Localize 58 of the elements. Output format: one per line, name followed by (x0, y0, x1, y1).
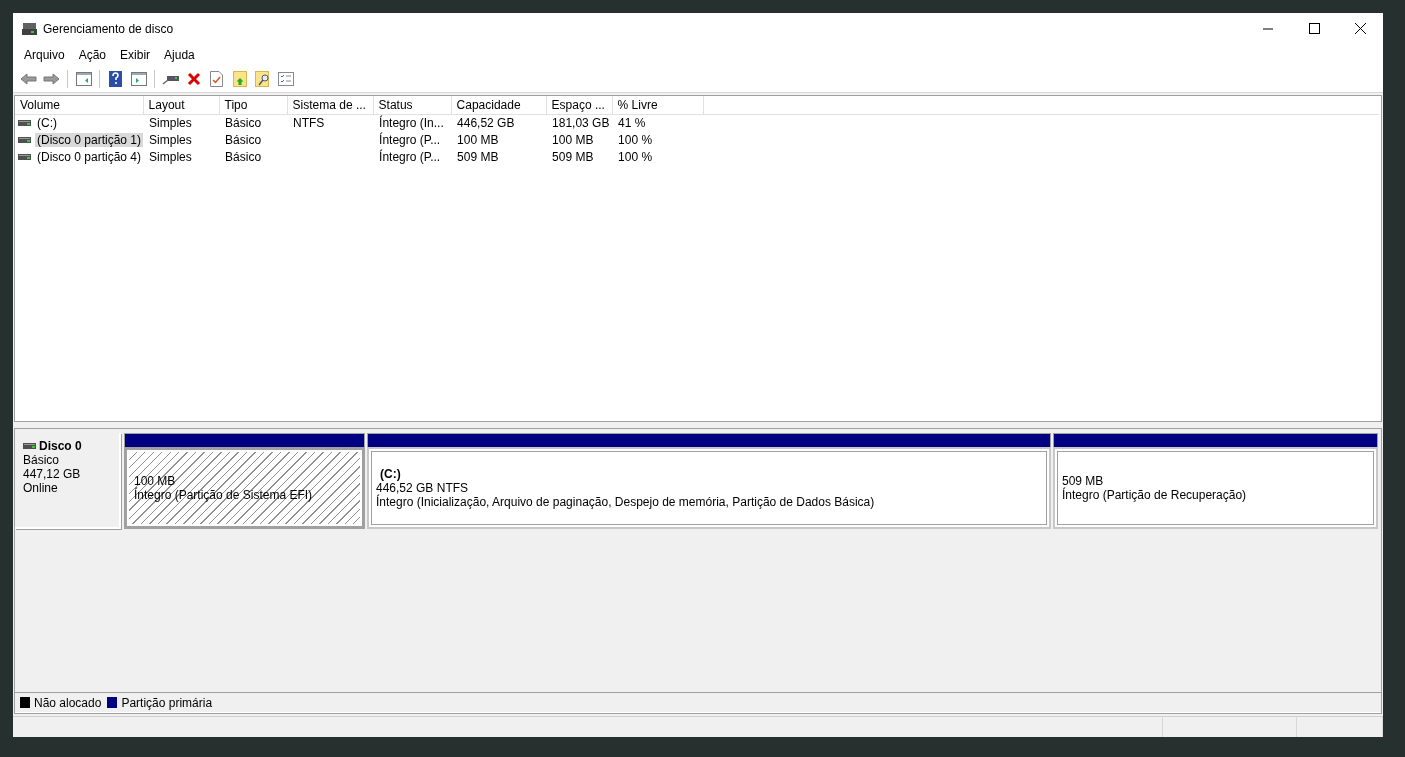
table-cell[interactable]: (Disco 0 partição 4) (35, 150, 144, 164)
column-header[interactable]: Tipo (219, 96, 288, 114)
column-header[interactable]: Status (373, 96, 452, 114)
partition-status: Íntegro (Inicialização, Arquivo de paginação, Despejo de memória, Partição de Dados Básica) (376, 495, 876, 509)
window-title: Gerenciamento de disco (43, 21, 175, 36)
menu-item[interactable]: Exibir (113, 46, 158, 64)
table-cell: NTFS (293, 116, 325, 130)
partition-block[interactable]: (C:) 446,52 GB NTFS Íntegro (Inicialização, Arquivo de paginação, Despejo de memória, Partição de Dados Básica) (367, 447, 1051, 529)
table-cell: Íntegro (P... (379, 150, 441, 164)
partition-label: (C:) (380, 467, 402, 481)
partition-size: 446,52 GB NTFS (376, 481, 470, 495)
disk-state: Online (23, 481, 59, 495)
table-cell: Simples (149, 150, 192, 164)
table-cell: 181,03 GB (552, 116, 610, 130)
table-cell: 100 MB (457, 133, 499, 147)
legend-label: Não alocado (34, 695, 102, 710)
disk-size: 447,12 GB (23, 467, 82, 481)
column-header[interactable]: Layout (143, 96, 220, 114)
table-cell: 509 MB (552, 150, 594, 164)
table-cell[interactable]: (C:) (35, 116, 59, 130)
maximize-icon (1308, 23, 1320, 34)
table-cell: Básico (225, 133, 262, 147)
partition-size: 509 MB (1062, 474, 1105, 488)
column-header[interactable]: % Livre (612, 96, 704, 114)
drive-icon (18, 137, 31, 143)
column-header[interactable]: Volume (15, 96, 144, 114)
column-header[interactable]: Sistema de ... (287, 96, 374, 114)
table-cell: 100 % (618, 133, 653, 147)
table-cell: Básico (225, 150, 262, 164)
drive-icon (18, 120, 31, 126)
close-icon (1354, 23, 1366, 34)
column-header[interactable]: Espaço ... (546, 96, 613, 114)
partition-status: Íntegro (Partição de Sistema EFI) (134, 488, 314, 502)
table-cell: Básico (225, 116, 262, 130)
table-cell: 100 % (618, 150, 653, 164)
drive-icon (18, 154, 31, 160)
disk-type: Básico (23, 453, 61, 467)
partition-size: 100 MB (134, 474, 177, 488)
legend-label: Partição primária (121, 695, 213, 710)
disk-drive-icon (22, 21, 37, 36)
table-cell: Simples (149, 116, 192, 130)
partition-block[interactable]: 100 MB Íntegro (Partição de Sistema EFI) (124, 447, 365, 529)
disk-name: Disco 0 (39, 439, 82, 453)
table-cell: Íntegro (In... (379, 116, 444, 130)
drive-icon (23, 443, 36, 449)
menu-item[interactable]: Ajuda (157, 46, 202, 64)
menu-item[interactable]: Ação (71, 46, 114, 64)
partition-block[interactable]: 509 MB Íntegro (Partição de Recuperação) (1053, 447, 1378, 529)
menu-item[interactable]: Arquivo (17, 46, 72, 64)
table-cell[interactable]: (Disco 0 partição 1) (35, 133, 144, 147)
table-cell: 446,52 GB (457, 116, 515, 130)
table-cell: 100 MB (552, 133, 594, 147)
table-cell: Simples (149, 133, 192, 147)
partition-status: Íntegro (Partição de Recuperação) (1062, 488, 1248, 502)
table-cell: Íntegro (P... (379, 133, 441, 147)
table-cell: 41 % (618, 116, 646, 130)
table-cell: 509 MB (457, 150, 499, 164)
column-header[interactable]: Capacidade (451, 96, 547, 114)
